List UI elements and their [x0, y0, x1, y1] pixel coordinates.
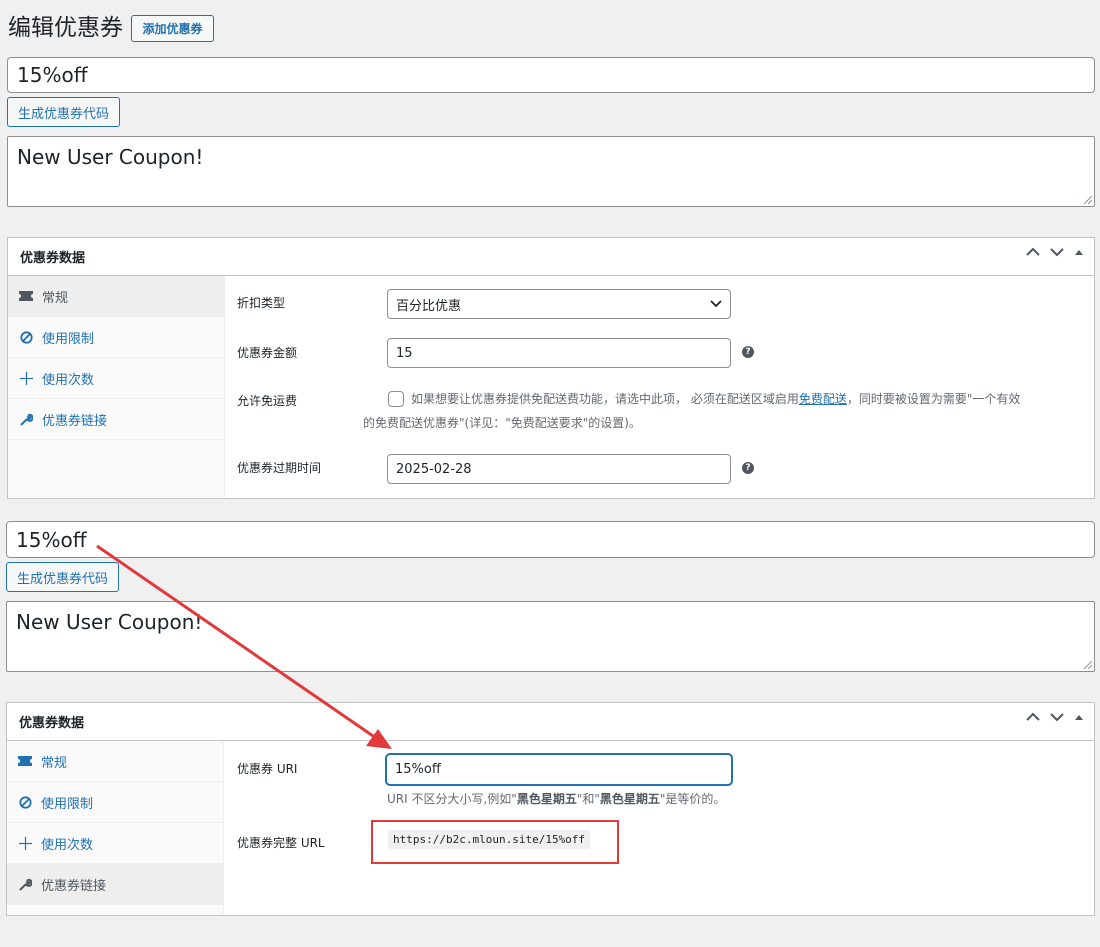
coupon-uri-note: URI 不区分大小写,例如"黑色星期五"和"黑色星期五"是等价的。	[387, 787, 725, 811]
move-down-icon[interactable]	[1050, 712, 1064, 722]
amount-input[interactable]: 15	[387, 338, 731, 368]
coupon-description-textarea[interactable]: New User Coupon!	[6, 601, 1095, 672]
resize-handle-icon[interactable]	[1084, 196, 1092, 204]
ticket-icon	[17, 756, 33, 766]
note-bold: 黑色星期五	[516, 792, 577, 806]
tab-label: 使用次数	[42, 372, 95, 388]
ticket-icon	[18, 291, 34, 301]
note-text: URI 不区分大小写,例如"	[387, 792, 517, 806]
free-shipping-note: 如果想要让优惠券提供免配送费功能，请选中此项， 必须在配送区域启用免费配送，同时…	[363, 387, 1087, 435]
discount-type-label: 折扣类型	[237, 296, 286, 310]
add-coupon-button[interactable]: 添加优惠券	[131, 15, 214, 42]
note-text: "是等价的。	[659, 792, 726, 806]
tab-usage-limits[interactable]: 使用次数	[7, 823, 223, 864]
generate-coupon-code-button[interactable]: 生成优惠券代码	[7, 97, 120, 127]
tab-usage-restriction[interactable]: 使用限制	[7, 782, 223, 823]
panel-header: 优惠券数据	[8, 238, 1094, 276]
free-shipping-link[interactable]: 免费配送	[799, 392, 847, 406]
tab-label: 使用次数	[41, 837, 94, 853]
prohibited-icon	[18, 330, 34, 344]
tab-label: 优惠券链接	[42, 413, 108, 429]
coupon-uri-label: 优惠券 URI	[237, 762, 298, 776]
tab-label: 优惠券链接	[41, 878, 107, 894]
panel-header: 优惠券数据	[7, 703, 1094, 741]
full-url-value: https://b2c.mloun.site/15%off	[388, 830, 591, 849]
discount-type-select[interactable]: 百分比优惠	[387, 289, 731, 319]
discount-type-value: 百分比优惠	[396, 298, 462, 314]
tab-general[interactable]: 常规	[8, 276, 224, 317]
wrench-icon	[18, 413, 34, 426]
expiry-date-value: 2025-02-28	[396, 461, 472, 477]
tab-label: 常规	[41, 755, 68, 771]
help-icon[interactable]: ?	[742, 462, 754, 474]
tab-label: 使用限制	[42, 331, 95, 347]
free-shipping-label: 允许免运费	[237, 394, 298, 408]
prohibited-icon	[17, 795, 33, 809]
tab-usage-limits[interactable]: 使用次数	[8, 358, 224, 399]
coupon-uri-value: 15%off	[395, 762, 441, 777]
chevron-down-icon	[710, 300, 722, 308]
note-text: 的免费配送优惠券"(详见："免费配送要求"的设置)。	[363, 416, 641, 430]
coupon-code-value: 15%off	[17, 63, 88, 87]
note-text: ，同时要被设置为需要"一个有效	[846, 392, 1021, 406]
coupon-code-input[interactable]: 15%off	[6, 521, 1095, 558]
coupon-description-value: New User Coupon!	[16, 610, 203, 634]
coupon-description-textarea[interactable]: New User Coupon!	[7, 136, 1095, 207]
tab-usage-restriction[interactable]: 使用限制	[8, 317, 224, 358]
amount-value: 15	[396, 345, 413, 361]
amount-label: 优惠券金额	[237, 346, 298, 360]
move-up-icon[interactable]	[1026, 712, 1040, 722]
wrench-icon	[17, 878, 33, 891]
panel-title: 优惠券数据	[20, 251, 86, 266]
panel-tabs: 常规 使用限制 使用次数 优惠券链接	[7, 741, 224, 915]
expiry-label: 优惠券过期时间	[237, 461, 322, 475]
full-url-label: 优惠券完整 URL	[237, 836, 325, 850]
tab-coupon-link[interactable]: 优惠券链接	[8, 399, 224, 440]
panel-title: 优惠券数据	[19, 716, 85, 731]
note-bold: 黑色星期五	[599, 792, 660, 806]
plus-cross-icon	[18, 371, 34, 385]
full-url-display: https://b2c.mloun.site/15%off	[388, 830, 591, 849]
tab-label: 使用限制	[41, 796, 94, 812]
expiry-date-input[interactable]: 2025-02-28	[387, 454, 731, 484]
tab-coupon-link[interactable]: 优惠券链接	[7, 864, 223, 905]
panel-tabs: 常规 使用限制 使用次数 优惠券链接	[8, 276, 225, 498]
tab-label: 常规	[42, 290, 69, 306]
collapse-toggle-icon[interactable]	[1074, 713, 1084, 721]
coupon-uri-input[interactable]: 15%off	[386, 754, 732, 785]
plus-cross-icon	[17, 836, 33, 850]
help-icon[interactable]: ?	[742, 346, 754, 358]
coupon-code-input[interactable]: 15%off	[7, 57, 1095, 93]
note-text: "和"	[576, 792, 600, 806]
coupon-data-panel: 优惠券数据 常规 使用限制 使用次数	[7, 237, 1095, 499]
coupon-code-value: 15%off	[16, 527, 87, 552]
tab-general[interactable]: 常规	[7, 741, 223, 782]
collapse-toggle-icon[interactable]	[1074, 248, 1084, 256]
resize-handle-icon[interactable]	[1084, 661, 1092, 669]
move-up-icon[interactable]	[1026, 247, 1040, 257]
page-title: 编辑优惠券	[8, 15, 123, 41]
coupon-data-panel: 优惠券数据 常规 使用限制 使用次数	[6, 702, 1095, 916]
note-text: 如果想要让优惠券提供免配送费功能，请选中此项， 必须在配送区域启用	[411, 392, 799, 406]
move-down-icon[interactable]	[1050, 247, 1064, 257]
generate-coupon-code-button[interactable]: 生成优惠券代码	[6, 562, 119, 592]
coupon-description-value: New User Coupon!	[17, 145, 204, 169]
